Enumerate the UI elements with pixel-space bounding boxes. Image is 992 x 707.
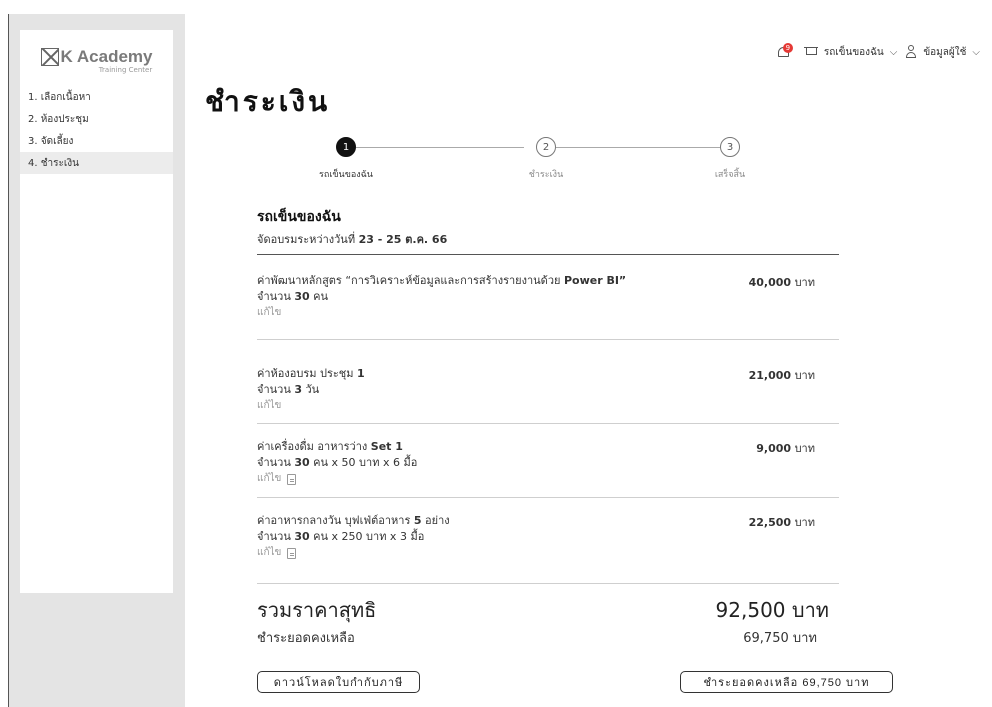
chevron-down-icon[interactable]: ⌵ bbox=[972, 47, 980, 58]
edit-link[interactable]: แก้ไข bbox=[257, 471, 839, 487]
cart-line-item: ค่าพัฒนาหลักสูตร “การวิเคราะห์ข้อมูลและก… bbox=[257, 255, 839, 340]
document-icon[interactable] bbox=[287, 473, 297, 485]
sidebar-item-meeting-room[interactable]: 2. ห้องประชุม bbox=[20, 108, 173, 130]
item-quantity: จำนวน 3 วัน bbox=[257, 383, 320, 396]
edit-link[interactable]: แก้ไข bbox=[257, 398, 839, 414]
step-2-indicator: 2 bbox=[536, 137, 556, 157]
logo-mark-icon bbox=[40, 47, 59, 66]
cart-line-item: ค่าอาหารกลางวัน บุฟเฟ่ต์อาหาร 5 อย่าง จำ… bbox=[257, 498, 839, 584]
step-3-indicator: 3 bbox=[720, 137, 740, 157]
sidebar-item-catering[interactable]: 3. จัดเลี้ยง bbox=[20, 130, 173, 152]
page-title: ชำระเงิน bbox=[205, 85, 331, 118]
step-1-indicator: 1 bbox=[336, 137, 356, 157]
stepper-connector bbox=[556, 147, 720, 148]
sidebar: K Academy Training Center 1. เลือกเนื้อห… bbox=[9, 14, 185, 707]
notification-badge: 9 bbox=[782, 43, 793, 53]
training-dates-value: 23 - 25 ต.ค. 66 bbox=[358, 233, 448, 246]
total-value: 92,500 บาท bbox=[715, 598, 829, 622]
stepper-connector bbox=[356, 147, 524, 148]
cart-title: รถเข็นของฉัน bbox=[257, 209, 341, 225]
cart-icon[interactable] bbox=[803, 46, 818, 58]
sidebar-item-select-content[interactable]: 1. เลือกเนื้อหา bbox=[20, 86, 173, 108]
balance-value: 69,750 บาท bbox=[743, 631, 817, 646]
item-price: 22,500 บาท bbox=[748, 516, 815, 529]
training-dates-label: จัดอบรมระหว่างวันที่ bbox=[257, 233, 356, 246]
chevron-down-icon[interactable]: ⌵ bbox=[890, 47, 898, 58]
item-price: 40,000 บาท bbox=[748, 276, 815, 289]
brand-name: K Academy bbox=[60, 46, 153, 66]
step-3-label: เสร็จสิ้น bbox=[714, 170, 746, 180]
sidebar-menu: 1. เลือกเนื้อหา 2. ห้องประชุม 3. จัดเลี้… bbox=[20, 86, 173, 174]
balance-row: ชำระยอดคงเหลือ 69,750 บาท bbox=[257, 627, 839, 648]
step-1-label: รถเข็นของฉัน bbox=[319, 170, 373, 180]
item-quantity: จำนวน 30 คน x 250 บาท x 3 มื้อ bbox=[257, 530, 425, 543]
checkout-stepper: 1 2 3 รถเข็นของฉัน ชำระเงิน เสร็จสิ้น bbox=[300, 137, 780, 180]
cart-line-item: ค่าห้องอบรม ประชุม 1 จำนวน 3 วัน แก้ไข 2… bbox=[257, 340, 839, 424]
balance-label: ชำระยอดคงเหลือ bbox=[257, 631, 355, 646]
total-row: รวมราคาสุทธิ 92,500 บาท bbox=[257, 594, 839, 626]
brand-subtitle: Training Center bbox=[98, 65, 153, 74]
item-quantity: จำนวน 30 คน x 50 บาท x 6 มื้อ bbox=[257, 456, 418, 469]
cart-section: รถเข็นของฉัน จัดอบรมระหว่างวันที่ 23 - 2… bbox=[257, 206, 839, 584]
cart-line-item: ค่าเครื่องดื่ม อาหารว่าง Set 1 จำนวน 30 … bbox=[257, 424, 839, 498]
pay-balance-button[interactable]: ชำระยอดคงเหลือ 69,750 บาท bbox=[680, 671, 893, 693]
cart-menu-label[interactable]: รถเข็นของฉัน bbox=[824, 45, 884, 60]
brand-logo[interactable]: K Academy Training Center bbox=[20, 30, 173, 86]
edit-link[interactable]: แก้ไข bbox=[257, 305, 839, 321]
notification-button[interactable]: 9 bbox=[776, 43, 793, 60]
user-menu-label[interactable]: ข้อมูลผู้ใช้ bbox=[923, 45, 966, 60]
item-quantity: จำนวน 30 คน bbox=[257, 290, 329, 303]
step-2-label: ชำระเงิน bbox=[528, 170, 564, 180]
training-dates: จัดอบรมระหว่างวันที่ 23 - 25 ต.ค. 66 bbox=[257, 230, 839, 255]
sidebar-item-payment[interactable]: 4. ชำระเงิน bbox=[20, 152, 173, 174]
item-price: 9,000 บาท bbox=[756, 442, 815, 455]
total-label: รวมราคาสุทธิ bbox=[257, 598, 377, 622]
sidebar-panel: K Academy Training Center 1. เลือกเนื้อห… bbox=[20, 30, 173, 593]
item-name: ค่าเครื่องดื่ม อาหารว่าง Set 1 bbox=[257, 440, 403, 453]
user-icon[interactable] bbox=[905, 45, 917, 59]
document-icon[interactable] bbox=[287, 547, 297, 559]
edit-link[interactable]: แก้ไข bbox=[257, 545, 839, 561]
item-price: 21,000 บาท bbox=[748, 369, 815, 382]
download-tax-invoice-button[interactable]: ดาวน์โหลดใบกำกับภาษี bbox=[257, 671, 420, 693]
header-toolbar: 9 รถเข็นของฉัน ⌵ ข้อมูลผู้ใช้ ⌵ bbox=[776, 43, 980, 60]
